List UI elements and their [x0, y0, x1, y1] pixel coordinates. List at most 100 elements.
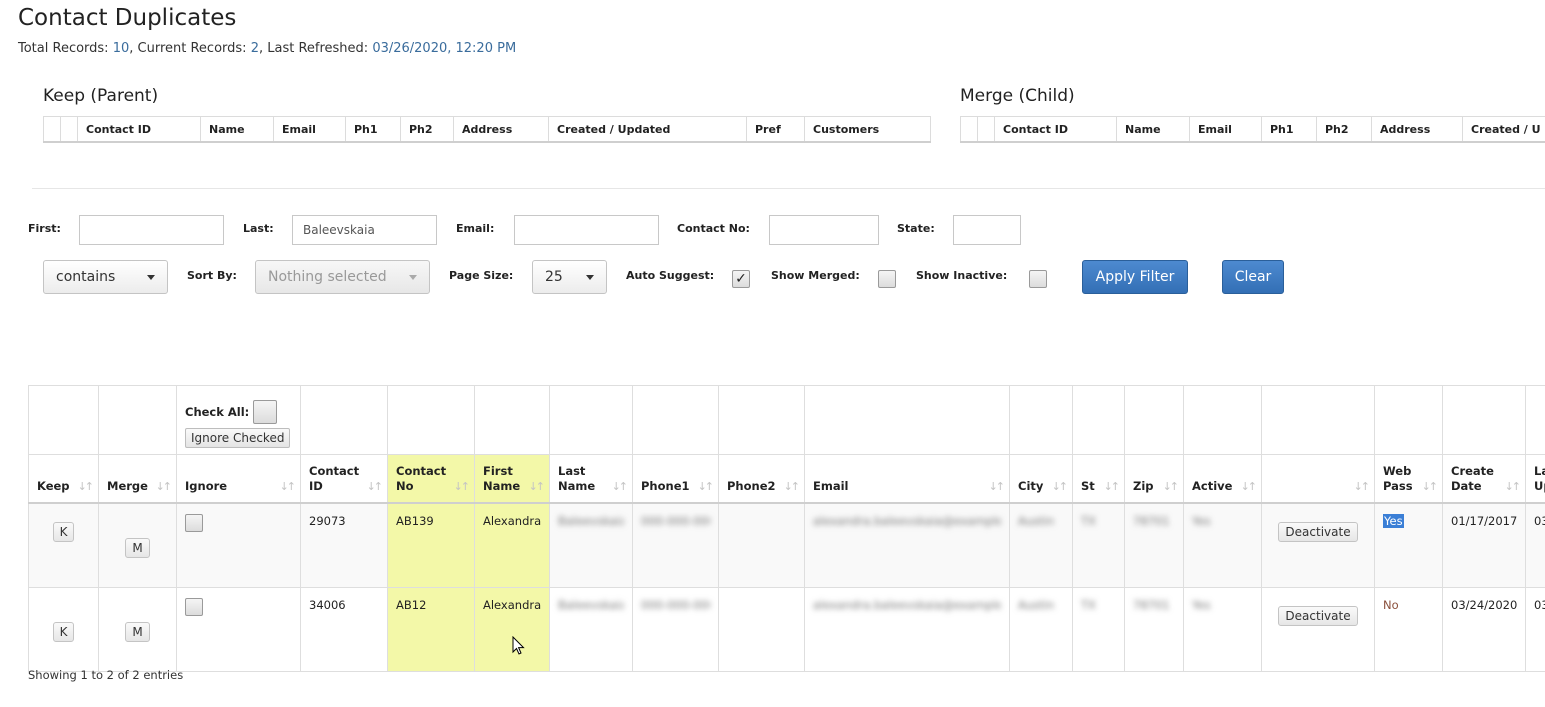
top-cell — [804, 385, 1010, 455]
sort-icon: ↓↑ — [1162, 480, 1180, 493]
checkmark-icon: ✓ — [735, 271, 747, 287]
check-all: Check All: — [185, 400, 292, 424]
top-cell — [718, 385, 805, 455]
sort-icon: ↓↑ — [1103, 480, 1121, 493]
col-header-merge[interactable]: Merge ↓↑ — [98, 454, 177, 504]
col-header-zip[interactable]: Zip ↓↑ — [1124, 454, 1184, 504]
zip-value: 78701 — [1133, 514, 1170, 528]
top-cell — [1183, 385, 1262, 455]
col-header-create-date[interactable]: Create Date ↓↑ — [1442, 454, 1526, 504]
col-header-contact-no[interactable]: Contact No ↓↑ — [387, 454, 475, 504]
col-header-label: La Up — [1534, 464, 1545, 493]
state-value: TX — [1081, 598, 1096, 612]
last-name-cell: Baleevskaia — [549, 502, 633, 588]
top-cell — [1072, 385, 1125, 455]
check-all-checkbox[interactable] — [253, 400, 278, 424]
sort-icon: ↓↑ — [988, 480, 1006, 493]
col-header-last-name[interactable]: Last Name ↓↑ — [549, 454, 633, 504]
contact-id-cell: 29073 — [300, 502, 388, 588]
action-cell: Deactivate — [1261, 587, 1375, 672]
keep-button[interactable]: K — [52, 522, 75, 542]
city-value: Austin — [1018, 514, 1055, 528]
zip-cell: 78701 — [1124, 587, 1184, 672]
col-header-st[interactable]: St ↓↑ — [1072, 454, 1125, 504]
contact-id-cell: 34006 — [300, 587, 388, 672]
contact-no-input[interactable] — [769, 215, 879, 245]
zip-cell: 78701 — [1124, 502, 1184, 588]
col-header-last-updated[interactable]: La Up — [1525, 454, 1545, 504]
web-pass-value: No — [1383, 598, 1399, 612]
col-header-label: Ignore — [185, 479, 228, 493]
last-name-value: Baleevskaia — [558, 598, 624, 612]
col-header-web-pass[interactable]: Web Pass ↓↑ — [1374, 454, 1443, 504]
col-header-ignore[interactable]: Ignore ↓↑ — [176, 454, 301, 504]
email-label: Email: — [456, 222, 495, 235]
email-cell: alexandra.baleevskaia@example.com — [804, 502, 1010, 588]
page-size-value: 25 — [545, 269, 563, 285]
last-updated-cell: 03 — [1525, 587, 1545, 672]
first-name-input[interactable] — [79, 215, 224, 245]
last-label: Last: — [243, 222, 274, 235]
chevron-down-icon — [409, 274, 417, 280]
city-cell: Austin — [1009, 502, 1073, 588]
clear-button[interactable]: Clear — [1222, 260, 1284, 294]
merge-col-0 — [960, 116, 978, 142]
check-all-cell: Check All: Ignore Checked — [176, 385, 301, 455]
col-header-phone2[interactable]: Phone2 ↓↑ — [718, 454, 805, 504]
merge-col-created-updated: Created / U — [1462, 116, 1545, 142]
merge-col-name: Name — [1116, 116, 1190, 142]
sort-by-select[interactable]: Nothing selected — [255, 260, 430, 294]
merge-col-1 — [977, 116, 995, 142]
last-name-cell: Baleevskaia — [549, 587, 633, 672]
merge-col-ph1: Ph1 — [1261, 116, 1317, 142]
show-inactive-checkbox[interactable] — [1029, 270, 1047, 288]
web-pass-cell: No — [1374, 587, 1443, 672]
state-cell: TX — [1072, 587, 1125, 672]
apply-filter-button[interactable]: Apply Filter — [1082, 260, 1188, 294]
ignore-checked-button[interactable]: Ignore Checked — [185, 428, 291, 448]
total-records-label: Total Records: — [18, 41, 113, 56]
top-cell — [1009, 385, 1073, 455]
col-header-email[interactable]: Email ↓↑ — [804, 454, 1010, 504]
show-merged-label: Show Merged: — [771, 269, 860, 282]
col-header-keep[interactable]: Keep ↓↑ — [28, 454, 99, 504]
keep-col-ph2: Ph2 — [400, 116, 454, 142]
col-header-active[interactable]: Active ↓↑ — [1183, 454, 1262, 504]
contact-no-cell: AB12 — [387, 587, 475, 672]
top-cell — [300, 385, 388, 455]
merge-button[interactable]: M — [125, 622, 150, 642]
show-merged-checkbox[interactable] — [878, 270, 896, 288]
page-title: Contact Duplicates — [18, 5, 237, 31]
keep-col-ph1: Ph1 — [345, 116, 401, 142]
auto-suggest-checkbox[interactable]: ✓ — [732, 270, 750, 288]
keep-col-contact-id: Contact ID — [77, 116, 201, 142]
chevron-down-icon — [147, 274, 155, 280]
col-header-action[interactable]: ↓↑ — [1261, 454, 1375, 504]
match-mode-select[interactable]: contains — [43, 260, 168, 294]
keep-button[interactable]: K — [52, 622, 75, 642]
create-date-cell: 03/24/2020 — [1442, 587, 1526, 672]
email-value: alexandra.baleevskaia@example.com — [813, 598, 1001, 612]
current-records-label: , Current Records: — [129, 41, 251, 56]
deactivate-button[interactable]: Deactivate — [1278, 606, 1358, 626]
merge-button[interactable]: M — [125, 538, 150, 558]
col-header-first-name[interactable]: First Name ↓↑ — [474, 454, 550, 504]
deactivate-button[interactable]: Deactivate — [1278, 522, 1358, 542]
page-size-select[interactable]: 25 — [532, 260, 607, 294]
page-size-label: Page Size: — [449, 269, 514, 282]
last-name-input[interactable] — [292, 215, 437, 245]
last-updated-cell: 03 — [1525, 502, 1545, 588]
ignore-checkbox[interactable] — [185, 514, 203, 532]
top-cell-merge — [98, 385, 177, 455]
phone1-cell: 000-000-0000 — [632, 502, 719, 588]
ignore-checkbox[interactable] — [185, 598, 203, 616]
col-header-phone1[interactable]: Phone1 ↓↑ — [632, 454, 719, 504]
email-input[interactable] — [514, 215, 659, 245]
col-header-city[interactable]: City ↓↑ — [1009, 454, 1073, 504]
sort-icon: ↓↑ — [77, 480, 95, 493]
col-header-contact-id[interactable]: Contact ID ↓↑ — [300, 454, 388, 504]
state-input[interactable] — [953, 215, 1021, 245]
section-divider — [32, 188, 1545, 189]
keep-col-created-updated: Created / Updated — [548, 116, 747, 142]
web-pass-value: Yes — [1383, 514, 1404, 528]
